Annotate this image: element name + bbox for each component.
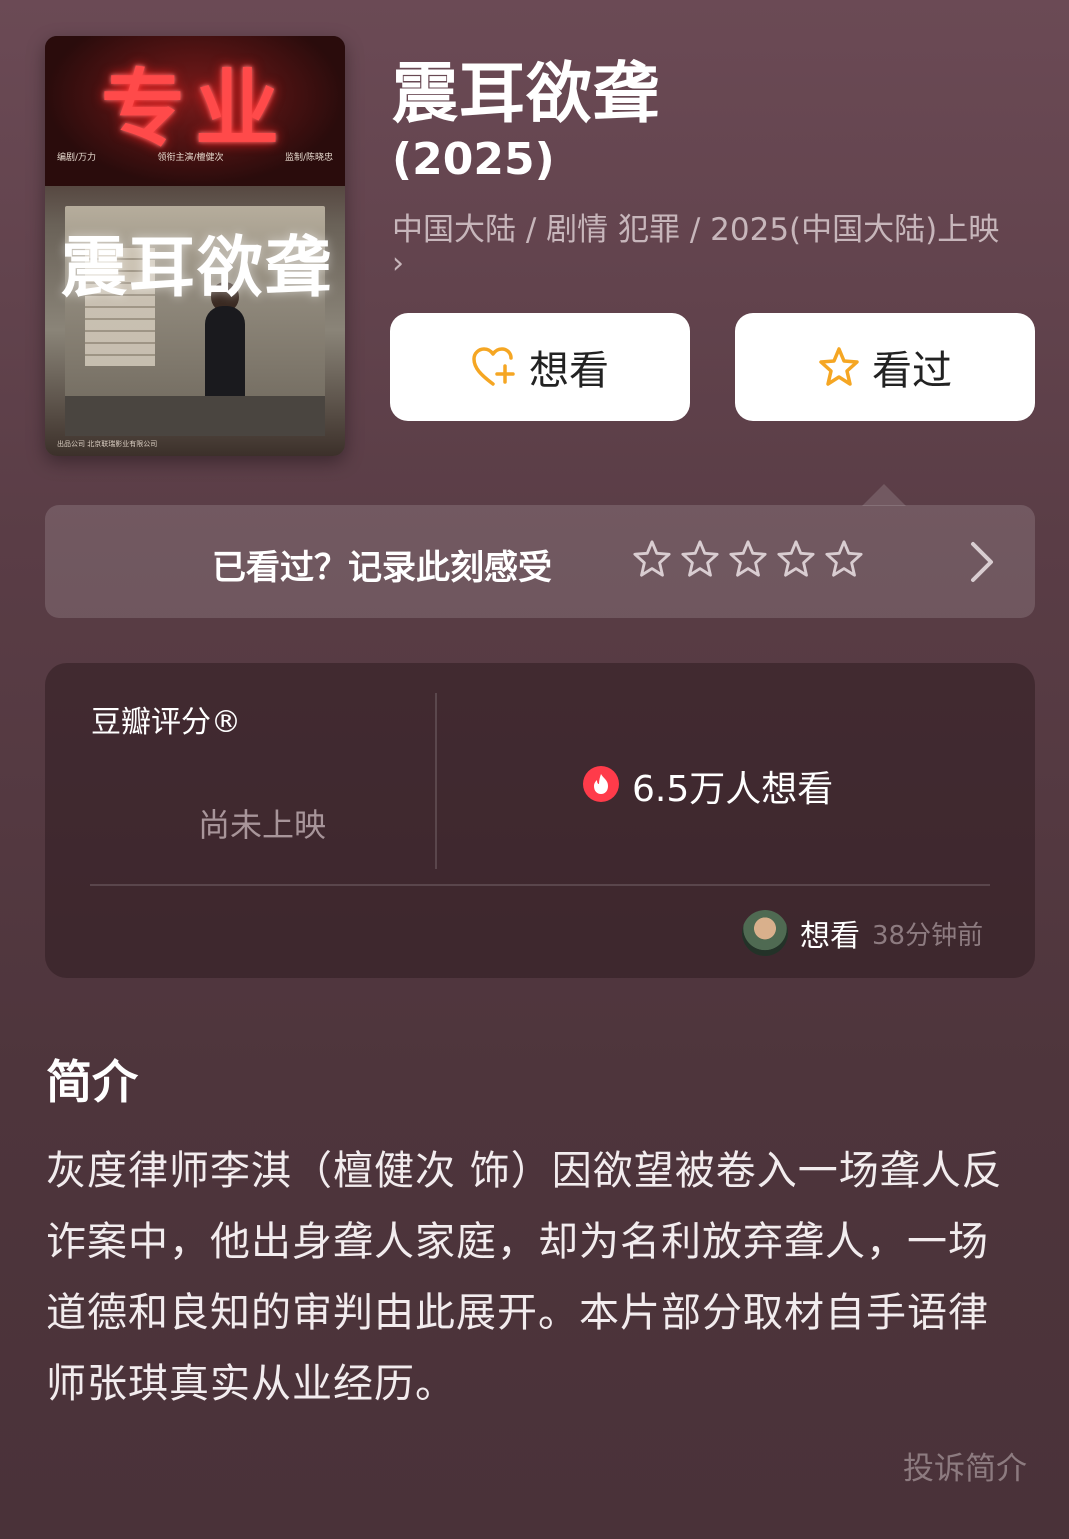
recent-activity[interactable]: 想看 38分钟前 xyxy=(742,910,983,956)
recent-activity-action: 想看 xyxy=(800,919,860,954)
star-icon xyxy=(818,346,860,388)
want-to-watch-button[interactable]: 想看 xyxy=(390,313,690,421)
record-feeling-prompt: 已看过？记录此刻感受 xyxy=(212,548,552,588)
wish-count: 6.5万人想看 xyxy=(632,769,834,810)
rating-status: 尚未上映 xyxy=(198,806,327,844)
poster-credits: 编剧/万力 领衔主演/檀健次 监制/陈晓忠 xyxy=(57,150,333,163)
fire-icon xyxy=(582,765,620,807)
recent-activity-time: 38分钟前 xyxy=(872,920,984,951)
douban-rating-label: 豆瓣评分® xyxy=(91,705,241,740)
synopsis-text: 灰度律师李淇（檀健次 饰）因欲望被卷入一场聋人反诈案中，他出身聋人家庭，却为名利… xyxy=(46,1148,1003,1407)
poster-title-art: 震耳欲聋 xyxy=(61,228,333,306)
poster-sign-text: 专业 xyxy=(100,60,289,158)
movie-poster[interactable]: 专业 编剧/万力 领衔主演/檀健次 监制/陈晓忠 震耳欲聋 出品公司 北京联瑞影… xyxy=(45,36,345,456)
synopsis-heading: 简介 xyxy=(46,1055,138,1109)
watched-button[interactable]: 看过 xyxy=(735,313,1035,421)
want-to-watch-label: 想看 xyxy=(529,348,609,394)
movie-meta-text: 中国大陆 / 剧情 犯罪 / 2025(中国大陆)上映 xyxy=(392,212,1000,248)
movie-year: (2025) xyxy=(392,134,555,185)
poster-credit-right: 监制/陈晓忠 xyxy=(284,153,333,163)
star-outline-icon[interactable] xyxy=(680,539,720,579)
wish-count-row[interactable]: 6.5万人想看 xyxy=(582,760,833,812)
star-outline-icon[interactable] xyxy=(824,539,864,579)
rating-stars[interactable] xyxy=(632,539,864,579)
poster-bottom-credits: 出品公司 北京联瑞影业有限公司 xyxy=(57,440,158,448)
poster-credit-mid: 领衔主演/檀健次 xyxy=(157,153,224,163)
movie-meta-link[interactable]: 中国大陆 / 剧情 犯罪 / 2025(中国大陆)上映 › xyxy=(392,212,1042,282)
tooltip-caret xyxy=(862,484,906,506)
movie-title: 震耳欲聋 xyxy=(392,55,660,132)
avatar[interactable] xyxy=(742,910,788,956)
star-outline-icon[interactable] xyxy=(776,539,816,579)
heart-plus-icon xyxy=(471,346,517,388)
report-synopsis-link[interactable]: 投诉简介 xyxy=(903,1443,1027,1488)
poster-credit-left: 编剧/万力 xyxy=(57,153,97,163)
star-outline-icon[interactable] xyxy=(728,539,768,579)
vertical-divider xyxy=(435,693,437,869)
star-outline-icon[interactable] xyxy=(632,539,672,579)
watched-label: 看过 xyxy=(872,348,952,394)
chevron-right-icon[interactable] xyxy=(964,540,998,588)
chevron-right-icon: › xyxy=(392,246,404,281)
poster-desk xyxy=(65,396,325,436)
horizontal-divider xyxy=(90,884,990,886)
